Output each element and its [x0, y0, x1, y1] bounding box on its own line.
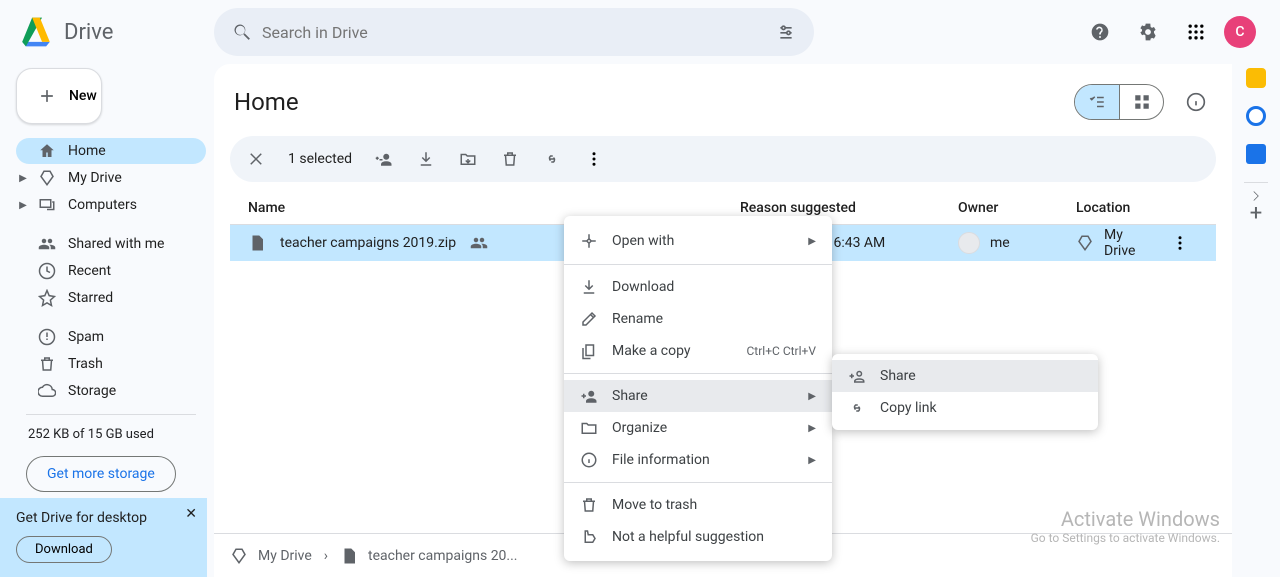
info-icon[interactable] [1176, 82, 1216, 122]
file-owner: me [990, 235, 1010, 251]
sidebar-item-recent[interactable]: Recent [16, 258, 206, 284]
help-icon[interactable] [1080, 12, 1120, 52]
sidebar-item-storage[interactable]: Storage [16, 378, 206, 404]
column-header-reason[interactable]: Reason suggested [740, 200, 958, 216]
sidebar-item-mydrive[interactable]: ▶My Drive [16, 165, 206, 191]
column-header-owner[interactable]: Owner [958, 200, 1076, 216]
menu-open-with[interactable]: Open with▶ [564, 224, 832, 258]
sidebar-item-label: Computers [68, 197, 137, 213]
contacts-icon[interactable] [1246, 144, 1266, 164]
drive-location-icon [1076, 234, 1094, 252]
drive-logo-icon [16, 12, 56, 52]
column-header-location[interactable]: Location [1076, 200, 1198, 216]
submenu-share[interactable]: Share [832, 360, 1098, 392]
search-bar [214, 8, 814, 56]
sidebar-item-computers[interactable]: ▶Computers [16, 192, 206, 218]
page-title: Home [234, 88, 299, 116]
share-selected-icon[interactable] [366, 141, 402, 177]
get-storage-button[interactable]: Get more storage [26, 456, 176, 492]
apps-icon[interactable] [1176, 12, 1216, 52]
chevron-right-icon: ▶ [808, 455, 816, 466]
sidebar-item-label: Recent [68, 263, 111, 279]
column-header-name[interactable]: Name [248, 200, 740, 216]
sidebar-item-trash[interactable]: Trash [16, 351, 206, 377]
file-more-icon[interactable] [1162, 223, 1198, 263]
close-icon[interactable]: ✕ [185, 506, 197, 522]
link-selected-icon[interactable] [534, 141, 570, 177]
selection-toolbar: 1 selected [230, 136, 1216, 182]
menu-move-trash[interactable]: Move to trash [564, 489, 832, 521]
context-menu: Open with▶ Download Rename Make a copyCt… [564, 216, 832, 561]
breadcrumb-root[interactable]: My Drive [230, 547, 312, 565]
grid-view-button[interactable] [1119, 85, 1163, 119]
promo-download-button[interactable]: Download [16, 536, 112, 563]
promo-title: Get Drive for desktop [16, 510, 191, 526]
new-button-label: New [69, 88, 97, 104]
chevron-right-icon: › [324, 548, 328, 564]
new-button[interactable]: New [16, 68, 102, 124]
show-side-panel-icon[interactable] [1236, 176, 1276, 216]
storage-usage-text: 252 KB of 15 GB used [16, 427, 206, 442]
settings-icon[interactable] [1128, 12, 1168, 52]
search-options-icon[interactable] [766, 12, 806, 52]
sidebar-item-shared[interactable]: Shared with me [16, 231, 206, 257]
shared-indicator-icon [470, 234, 488, 252]
sidebar-item-label: Storage [68, 383, 116, 399]
sidebar-item-home[interactable]: Home [16, 138, 206, 164]
file-location: My Drive [1104, 227, 1152, 259]
owner-avatar-icon [958, 232, 980, 254]
sidebar-item-label: Trash [68, 356, 103, 372]
view-toggle [1074, 84, 1164, 120]
selection-count: 1 selected [288, 151, 352, 167]
list-view-button[interactable] [1075, 85, 1119, 119]
menu-organize[interactable]: Organize▶ [564, 412, 832, 444]
account-avatar[interactable]: C [1224, 16, 1256, 48]
menu-make-copy[interactable]: Make a copyCtrl+C Ctrl+V [564, 335, 832, 367]
search-icon[interactable] [222, 12, 262, 52]
menu-download[interactable]: Download [564, 271, 832, 303]
sidebar-item-label: Starred [68, 290, 113, 306]
more-selected-icon[interactable] [576, 141, 612, 177]
menu-rename[interactable]: Rename [564, 303, 832, 335]
sidebar-item-label: Shared with me [68, 236, 164, 252]
side-panel: + [1232, 64, 1280, 226]
sidebar-item-spam[interactable]: Spam [16, 324, 206, 350]
submenu-copy-link[interactable]: Copy link [832, 392, 1098, 424]
tasks-icon[interactable] [1246, 106, 1266, 126]
keep-icon[interactable] [1246, 68, 1266, 88]
menu-file-info[interactable]: File information▶ [564, 444, 832, 476]
share-submenu: Share Copy link [832, 354, 1098, 430]
menu-share[interactable]: Share▶ [564, 380, 832, 412]
sidebar-item-starred[interactable]: Starred [16, 285, 206, 311]
delete-selected-icon[interactable] [492, 141, 528, 177]
zip-file-icon [248, 234, 266, 252]
sidebar-item-label: Spam [68, 329, 104, 345]
sidebar-item-label: My Drive [68, 170, 122, 186]
move-selected-icon[interactable] [450, 141, 486, 177]
desktop-promo: ✕ Get Drive for desktop Download [0, 498, 207, 577]
clear-selection-button[interactable] [238, 141, 274, 177]
download-selected-icon[interactable] [408, 141, 444, 177]
chevron-right-icon: ▶ [808, 391, 816, 402]
menu-not-helpful[interactable]: Not a helpful suggestion [564, 521, 832, 553]
chevron-right-icon: ▶ [808, 423, 816, 434]
chevron-right-icon: ▶ [808, 236, 816, 247]
brand-name: Drive [64, 20, 113, 45]
file-name: teacher campaigns 2019.zip [280, 235, 456, 251]
brand[interactable]: Drive [16, 12, 214, 52]
search-input[interactable] [262, 23, 766, 42]
breadcrumb-file[interactable]: teacher campaigns 20... [340, 547, 518, 565]
sidebar-item-label: Home [68, 143, 106, 159]
